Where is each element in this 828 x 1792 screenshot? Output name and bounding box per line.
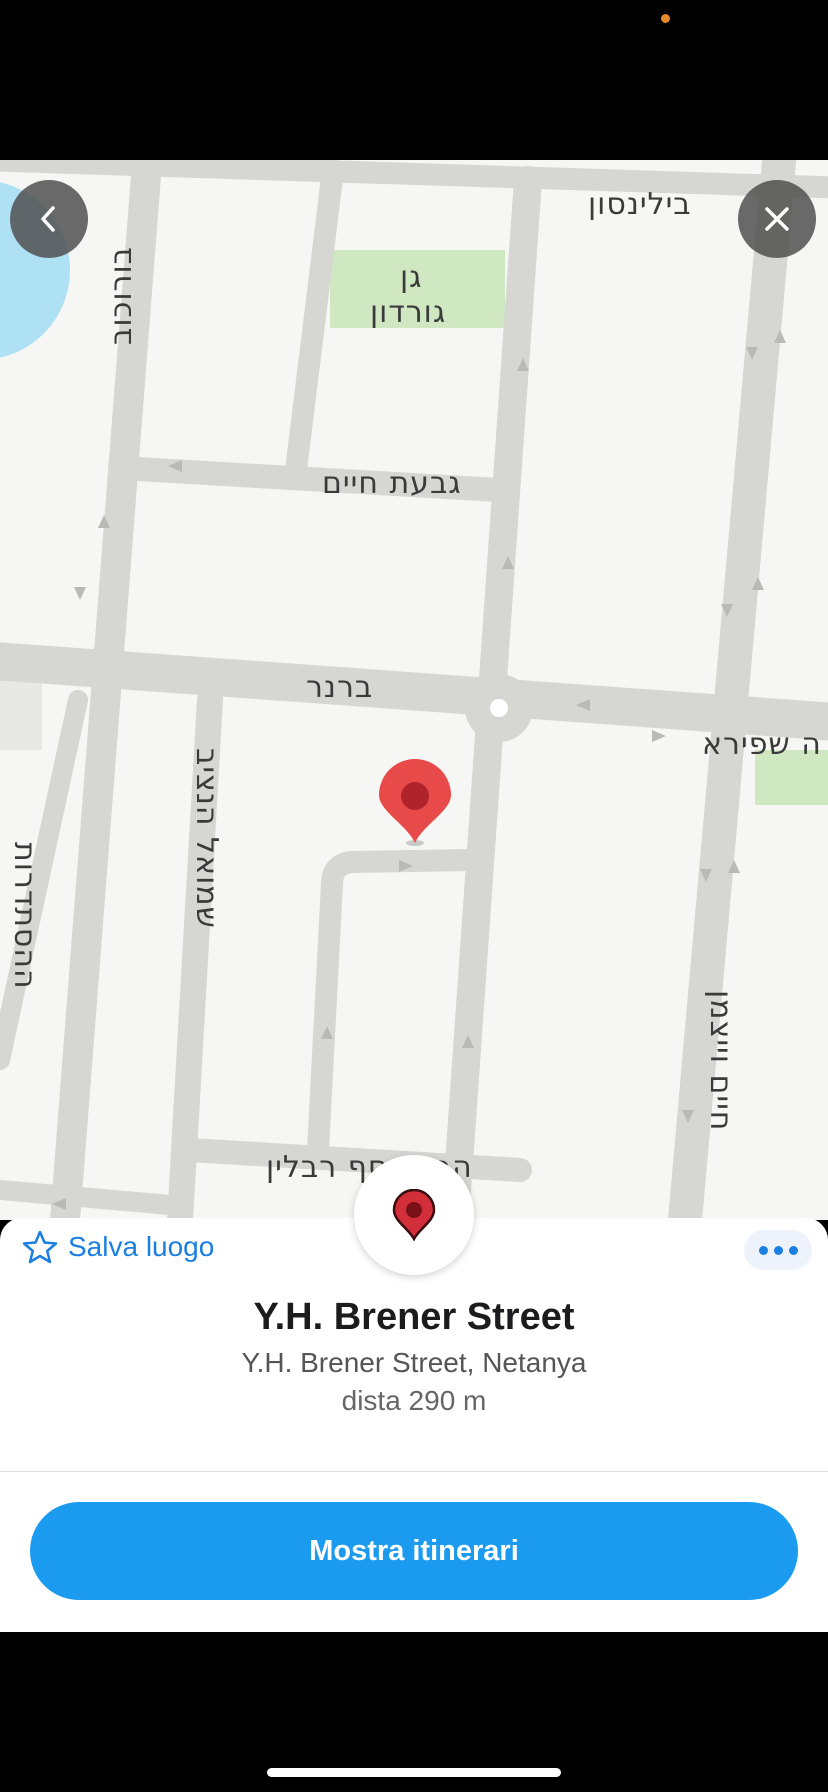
divider: [0, 1471, 828, 1472]
map-view[interactable]: בילינסון גן גורדון בורוכוב גבעת חיים ברנ…: [0, 160, 828, 1220]
park-label-line2: גורדון: [370, 295, 447, 330]
more-dot: [773, 1245, 783, 1255]
back-button[interactable]: [10, 180, 88, 258]
street-label-brenner: ברנר: [306, 670, 374, 705]
more-dot: [788, 1245, 798, 1255]
star-icon: [22, 1230, 58, 1264]
chevron-left-icon: [41, 206, 55, 232]
place-address: Y.H. Brener Street, Netanya: [241, 1347, 587, 1378]
more-dots-icon: [758, 1245, 768, 1255]
place-pin-badge: [354, 1155, 474, 1275]
location-pin-marker[interactable]: [377, 759, 453, 849]
place-distance: dista 290 m: [341, 1385, 487, 1416]
close-button[interactable]: [738, 180, 816, 258]
map-pin-icon: [392, 1189, 436, 1241]
place-title: Y.H. Brener Street: [253, 1296, 575, 1338]
show-routes-button[interactable]: Mostra itinerari: [30, 1502, 798, 1600]
privacy-indicator: [661, 14, 670, 23]
street-label-histadrut: ההסתדרות: [7, 842, 42, 990]
street-label-shapira: ה שפירא: [702, 727, 822, 762]
street-label-givat-haim: גבעת חיים: [322, 466, 462, 501]
street-label-shmuel-hanatziv: שמואל הנציב: [189, 748, 224, 929]
street-label-weizmann: חיים וייצמן: [703, 990, 738, 1132]
save-place-button[interactable]: Salva luogo: [22, 1230, 214, 1264]
more-options-button[interactable]: [744, 1230, 812, 1270]
status-bar: [0, 0, 828, 160]
park-label-line1: גן: [400, 260, 423, 295]
save-place-label: Salva luogo: [68, 1231, 215, 1262]
home-indicator[interactable]: [267, 1768, 561, 1777]
close-icon: [765, 207, 789, 231]
street-label-borochov: בורוכוב: [104, 245, 139, 345]
street-label-bilinson: בילינסון: [588, 187, 692, 222]
